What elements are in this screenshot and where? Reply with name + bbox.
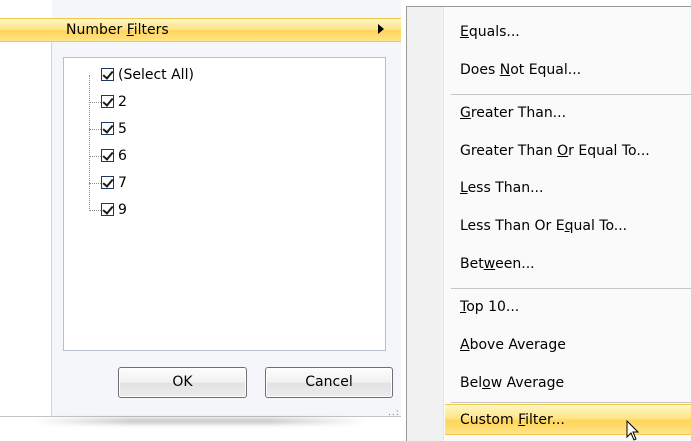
tree-branch: [89, 156, 101, 157]
tree-branch: [89, 102, 101, 103]
mouse-pointer-icon: [626, 420, 640, 441]
menu-item-above-average[interactable]: Above Average: [460, 331, 566, 359]
checkbox-checked-icon[interactable]: [101, 176, 114, 189]
list-item-label: 5: [118, 121, 127, 137]
list-item[interactable]: 2: [89, 93, 289, 111]
checkbox-checked-icon[interactable]: [101, 122, 114, 135]
menu-item-below-average[interactable]: Below Average: [460, 369, 564, 397]
menu-separator: [451, 94, 691, 95]
menu-item-does-not-equal[interactable]: Does Not Equal...: [460, 56, 581, 84]
autofilter-dropdown-panel: Number Filters (Select All) 2 5 6 7 9 OK…: [0, 0, 401, 441]
menu-separator: [451, 288, 691, 289]
menu-item-less-than[interactable]: Less Than...: [460, 174, 543, 202]
filter-value-list[interactable]: (Select All) 2 5 6 7 9: [63, 57, 386, 351]
checkbox-checked-icon[interactable]: [101, 68, 114, 81]
panel-divider: [51, 40, 52, 416]
cancel-button[interactable]: Cancel: [265, 367, 393, 398]
menu-item-top-10[interactable]: Top 10...: [460, 293, 519, 321]
list-item[interactable]: 5: [89, 120, 289, 138]
menu-item-equals[interactable]: Equals...: [460, 18, 520, 46]
menu-item-greater-than[interactable]: Greater Than...: [460, 99, 566, 127]
submenu-arrow-icon: [378, 24, 384, 34]
list-item[interactable]: 7: [89, 174, 289, 192]
number-filters-label: Number Filters: [66, 22, 169, 38]
list-item-select-all[interactable]: (Select All): [89, 66, 289, 84]
panel-bottom-border: [0, 416, 401, 417]
tree-branch: [89, 210, 101, 211]
checkbox-checked-icon[interactable]: [101, 149, 114, 162]
submenu-icon-gutter: [407, 7, 443, 441]
tree-branch: [89, 129, 101, 130]
tree-branch: [89, 183, 101, 184]
panel-icon-strip: [0, 0, 52, 416]
panel-shadow: [30, 418, 370, 424]
menu-item-between[interactable]: Between...: [460, 250, 535, 278]
menu-item-less-than-or-equal[interactable]: Less Than Or Equal To...: [460, 212, 627, 240]
ok-button[interactable]: OK: [118, 367, 247, 398]
list-item-label: 2: [118, 94, 127, 110]
list-item-label: (Select All): [118, 67, 194, 83]
checkbox-checked-icon[interactable]: [101, 95, 114, 108]
list-item-label: 7: [118, 175, 127, 191]
number-filters-menu-item[interactable]: Number Filters: [0, 18, 401, 42]
menu-item-custom-filter[interactable]: Custom Filter...: [460, 406, 565, 434]
list-item-label: 6: [118, 148, 127, 164]
menu-separator: [451, 402, 691, 403]
list-item[interactable]: 6: [89, 147, 289, 165]
list-item-label: 9: [118, 202, 127, 218]
list-item[interactable]: 9: [89, 201, 289, 219]
submenu-gutter-divider: [444, 7, 445, 441]
checkbox-checked-icon[interactable]: [101, 203, 114, 216]
menu-item-greater-than-or-equal[interactable]: Greater Than Or Equal To...: [460, 137, 650, 165]
number-filters-submenu: Equals... Does Not Equal... Greater Than…: [406, 6, 691, 441]
